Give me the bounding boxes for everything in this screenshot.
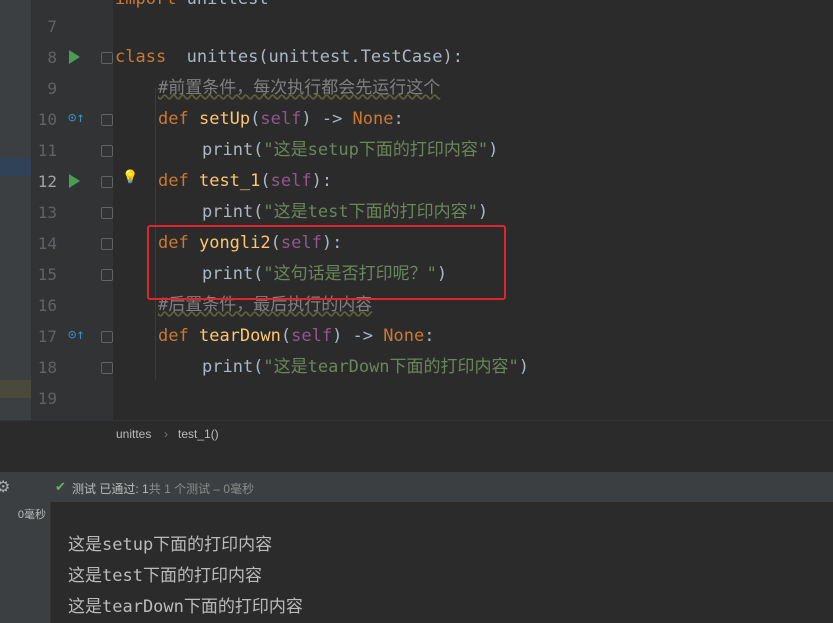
test-results-toolbar: ⚙ ✔ 测试 已通过: 1共 1 个测试 – 0毫秒 <box>0 472 833 503</box>
code-row: 13 print("这是test下面的打印内容") <box>0 197 833 228</box>
breadcrumb-method[interactable]: test_1() <box>178 427 219 441</box>
line-number: 14 <box>37 234 57 253</box>
code-row: 10 ⊙↑ def setUp(self) -> None: <box>0 104 833 135</box>
code-row: 11 print("这是setup下面的打印内容") <box>0 135 833 166</box>
comment-text: #前置条件，每次执行都会先运行这个 <box>158 78 441 98</box>
code-line: def test_1(self): <box>158 171 333 191</box>
override-icon[interactable]: ⊙↑ <box>68 327 85 343</box>
line-number: 9 <box>47 79 57 98</box>
code-comment: #前置条件，每次执行都会先运行这个 <box>158 73 440 104</box>
fold-icon[interactable] <box>101 207 113 219</box>
gear-icon[interactable]: ⚙ <box>0 477 10 497</box>
code-line: def setUp(self) -> None: <box>158 109 404 129</box>
code-row: 7 <box>0 11 833 42</box>
run-icon[interactable] <box>69 50 80 64</box>
console-line: 这是tearDown下面的打印内容 <box>68 597 303 617</box>
line-number: 13 <box>37 203 57 222</box>
fold-icon[interactable] <box>101 362 113 374</box>
fold-icon[interactable] <box>101 238 113 250</box>
line-number: 17 <box>37 327 57 346</box>
line-number: 15 <box>37 265 57 284</box>
panel-gap <box>0 446 833 472</box>
fold-icon[interactable] <box>101 114 113 126</box>
code-row: 18 print("这是tearDown下面的打印内容") <box>0 352 833 383</box>
code-line: print("这是test下面的打印内容") <box>202 202 489 222</box>
code-row: 12 💡 def test_1(self): <box>0 166 833 197</box>
highlight-box <box>147 225 506 300</box>
code-row: 8 class unittes(unittest.TestCase): <box>0 42 833 73</box>
code-line: print("这是setup下面的打印内容") <box>202 140 499 160</box>
fold-icon[interactable] <box>101 52 113 64</box>
check-icon: ✔ <box>55 479 66 494</box>
test-summary: 共 1 个测试 – 0毫秒 <box>148 482 255 496</box>
line-number: 12 <box>37 172 57 191</box>
test-tree[interactable]: 0毫秒 <box>0 502 51 623</box>
run-icon[interactable] <box>69 174 80 188</box>
line-number: 18 <box>37 358 57 377</box>
test-status: 测试 已通过: 1共 1 个测试 – 0毫秒 <box>72 480 254 497</box>
code-row: 17 ⊙↑ def tearDown(self) -> None: <box>0 321 833 352</box>
line-number: 7 <box>47 17 57 36</box>
line-number: 16 <box>37 296 57 315</box>
code-line: def tearDown(self) -> None: <box>158 326 435 346</box>
line-number: 10 <box>37 110 57 129</box>
passed-label: 已通过: <box>99 482 139 496</box>
breadcrumb: unittes › test_1() <box>0 420 833 447</box>
fold-icon[interactable] <box>101 269 113 281</box>
code-line: print("这是tearDown下面的打印内容") <box>202 357 530 377</box>
override-icon[interactable]: ⊙↑ <box>68 110 85 126</box>
fold-icon[interactable] <box>101 145 113 157</box>
console-line: 这是test下面的打印内容 <box>68 566 262 586</box>
line-number: 11 <box>37 141 57 160</box>
test-label: 测试 <box>72 482 97 496</box>
code-row: 9 #前置条件，每次执行都会先运行这个 <box>0 73 833 104</box>
line-number: 8 <box>47 48 57 67</box>
breadcrumb-class[interactable]: unittes <box>116 427 151 441</box>
console-output[interactable]: 这是setup下面的打印内容 这是test下面的打印内容 这是tearDown下… <box>51 502 833 623</box>
lightbulb-icon[interactable]: 💡 <box>122 170 138 185</box>
breadcrumb-separator: › <box>164 427 168 441</box>
test-duration: 0毫秒 <box>17 509 46 521</box>
passed-count: 1 <box>142 482 149 496</box>
fold-icon[interactable] <box>101 331 113 343</box>
code-row: 19 <box>0 383 833 414</box>
code-line: class unittes(unittest.TestCase): <box>115 47 463 67</box>
line-number: 19 <box>37 389 57 408</box>
fold-icon[interactable] <box>101 176 113 188</box>
console-line: 这是setup下面的打印内容 <box>68 535 273 555</box>
